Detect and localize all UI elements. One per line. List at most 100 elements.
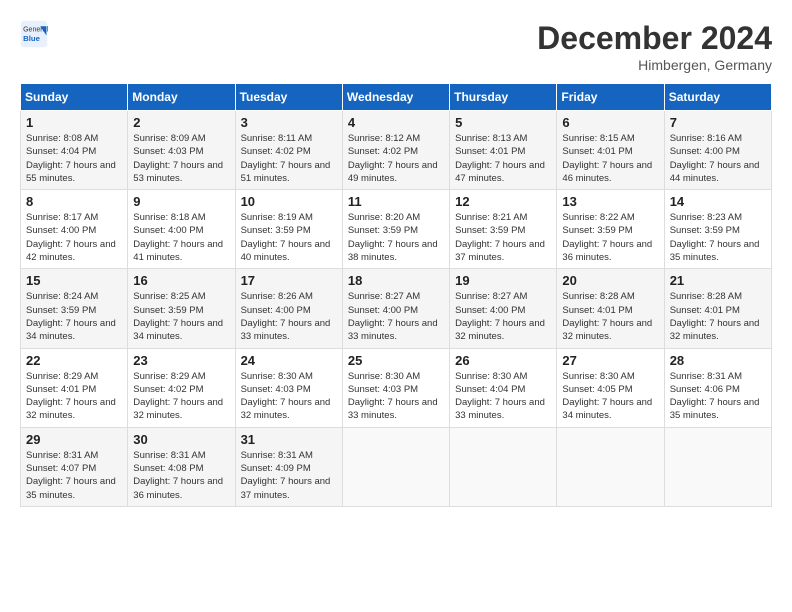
- calendar-day-cell: 27 Sunrise: 8:30 AM Sunset: 4:05 PM Dayl…: [557, 348, 664, 427]
- calendar-day-cell: 5 Sunrise: 8:13 AM Sunset: 4:01 PM Dayli…: [450, 111, 557, 190]
- day-detail: Sunrise: 8:08 AM Sunset: 4:04 PM Dayligh…: [26, 132, 122, 185]
- day-number: 18: [348, 273, 444, 288]
- calendar-day-cell: [450, 427, 557, 506]
- day-number: 31: [241, 432, 337, 447]
- calendar-day-cell: 24 Sunrise: 8:30 AM Sunset: 4:03 PM Dayl…: [235, 348, 342, 427]
- calendar-week-row: 8 Sunrise: 8:17 AM Sunset: 4:00 PM Dayli…: [21, 190, 772, 269]
- calendar-day-cell: 15 Sunrise: 8:24 AM Sunset: 3:59 PM Dayl…: [21, 269, 128, 348]
- calendar-day-cell: 2 Sunrise: 8:09 AM Sunset: 4:03 PM Dayli…: [128, 111, 235, 190]
- calendar-day-cell: 8 Sunrise: 8:17 AM Sunset: 4:00 PM Dayli…: [21, 190, 128, 269]
- day-number: 17: [241, 273, 337, 288]
- day-detail: Sunrise: 8:30 AM Sunset: 4:05 PM Dayligh…: [562, 370, 658, 423]
- day-number: 30: [133, 432, 229, 447]
- calendar-day-cell: 1 Sunrise: 8:08 AM Sunset: 4:04 PM Dayli…: [21, 111, 128, 190]
- day-of-week-header: Wednesday: [342, 84, 449, 111]
- day-number: 20: [562, 273, 658, 288]
- calendar-day-cell: 30 Sunrise: 8:31 AM Sunset: 4:08 PM Dayl…: [128, 427, 235, 506]
- day-detail: Sunrise: 8:20 AM Sunset: 3:59 PM Dayligh…: [348, 211, 444, 264]
- day-number: 13: [562, 194, 658, 209]
- logo-icon: General Blue: [20, 20, 48, 48]
- day-detail: Sunrise: 8:22 AM Sunset: 3:59 PM Dayligh…: [562, 211, 658, 264]
- day-number: 10: [241, 194, 337, 209]
- day-of-week-header: Sunday: [21, 84, 128, 111]
- logo: General Blue: [20, 20, 52, 48]
- calendar-day-cell: [664, 427, 771, 506]
- day-detail: Sunrise: 8:25 AM Sunset: 3:59 PM Dayligh…: [133, 290, 229, 343]
- day-detail: Sunrise: 8:30 AM Sunset: 4:03 PM Dayligh…: [348, 370, 444, 423]
- calendar-day-cell: 17 Sunrise: 8:26 AM Sunset: 4:00 PM Dayl…: [235, 269, 342, 348]
- day-number: 5: [455, 115, 551, 130]
- calendar-day-cell: 25 Sunrise: 8:30 AM Sunset: 4:03 PM Dayl…: [342, 348, 449, 427]
- day-number: 1: [26, 115, 122, 130]
- day-detail: Sunrise: 8:21 AM Sunset: 3:59 PM Dayligh…: [455, 211, 551, 264]
- day-of-week-header: Saturday: [664, 84, 771, 111]
- calendar-day-cell: 16 Sunrise: 8:25 AM Sunset: 3:59 PM Dayl…: [128, 269, 235, 348]
- day-detail: Sunrise: 8:28 AM Sunset: 4:01 PM Dayligh…: [670, 290, 766, 343]
- calendar-day-cell: 3 Sunrise: 8:11 AM Sunset: 4:02 PM Dayli…: [235, 111, 342, 190]
- calendar-body: 1 Sunrise: 8:08 AM Sunset: 4:04 PM Dayli…: [21, 111, 772, 507]
- day-detail: Sunrise: 8:31 AM Sunset: 4:07 PM Dayligh…: [26, 449, 122, 502]
- page-header: General Blue December 2024 Himbergen, Ge…: [20, 20, 772, 73]
- day-detail: Sunrise: 8:24 AM Sunset: 3:59 PM Dayligh…: [26, 290, 122, 343]
- day-detail: Sunrise: 8:31 AM Sunset: 4:06 PM Dayligh…: [670, 370, 766, 423]
- day-detail: Sunrise: 8:11 AM Sunset: 4:02 PM Dayligh…: [241, 132, 337, 185]
- day-of-week-header: Tuesday: [235, 84, 342, 111]
- day-detail: Sunrise: 8:28 AM Sunset: 4:01 PM Dayligh…: [562, 290, 658, 343]
- title-area: December 2024 Himbergen, Germany: [537, 20, 772, 73]
- day-detail: Sunrise: 8:12 AM Sunset: 4:02 PM Dayligh…: [348, 132, 444, 185]
- day-number: 12: [455, 194, 551, 209]
- day-number: 7: [670, 115, 766, 130]
- calendar-week-row: 22 Sunrise: 8:29 AM Sunset: 4:01 PM Dayl…: [21, 348, 772, 427]
- day-number: 27: [562, 353, 658, 368]
- calendar-day-cell: 29 Sunrise: 8:31 AM Sunset: 4:07 PM Dayl…: [21, 427, 128, 506]
- calendar-day-cell: 9 Sunrise: 8:18 AM Sunset: 4:00 PM Dayli…: [128, 190, 235, 269]
- day-number: 14: [670, 194, 766, 209]
- calendar-week-row: 29 Sunrise: 8:31 AM Sunset: 4:07 PM Dayl…: [21, 427, 772, 506]
- day-detail: Sunrise: 8:30 AM Sunset: 4:04 PM Dayligh…: [455, 370, 551, 423]
- svg-text:Blue: Blue: [23, 34, 41, 43]
- calendar-day-cell: 23 Sunrise: 8:29 AM Sunset: 4:02 PM Dayl…: [128, 348, 235, 427]
- day-number: 11: [348, 194, 444, 209]
- calendar-day-cell: 4 Sunrise: 8:12 AM Sunset: 4:02 PM Dayli…: [342, 111, 449, 190]
- calendar-day-cell: 6 Sunrise: 8:15 AM Sunset: 4:01 PM Dayli…: [557, 111, 664, 190]
- day-number: 8: [26, 194, 122, 209]
- day-detail: Sunrise: 8:29 AM Sunset: 4:02 PM Dayligh…: [133, 370, 229, 423]
- day-number: 23: [133, 353, 229, 368]
- day-number: 22: [26, 353, 122, 368]
- day-detail: Sunrise: 8:26 AM Sunset: 4:00 PM Dayligh…: [241, 290, 337, 343]
- day-number: 26: [455, 353, 551, 368]
- calendar-header-row: SundayMondayTuesdayWednesdayThursdayFrid…: [21, 84, 772, 111]
- day-detail: Sunrise: 8:19 AM Sunset: 3:59 PM Dayligh…: [241, 211, 337, 264]
- day-detail: Sunrise: 8:17 AM Sunset: 4:00 PM Dayligh…: [26, 211, 122, 264]
- day-detail: Sunrise: 8:13 AM Sunset: 4:01 PM Dayligh…: [455, 132, 551, 185]
- day-of-week-header: Thursday: [450, 84, 557, 111]
- calendar-day-cell: 22 Sunrise: 8:29 AM Sunset: 4:01 PM Dayl…: [21, 348, 128, 427]
- calendar-day-cell: [557, 427, 664, 506]
- calendar-day-cell: 21 Sunrise: 8:28 AM Sunset: 4:01 PM Dayl…: [664, 269, 771, 348]
- calendar-day-cell: [342, 427, 449, 506]
- calendar-week-row: 1 Sunrise: 8:08 AM Sunset: 4:04 PM Dayli…: [21, 111, 772, 190]
- day-detail: Sunrise: 8:09 AM Sunset: 4:03 PM Dayligh…: [133, 132, 229, 185]
- location: Himbergen, Germany: [537, 57, 772, 73]
- day-number: 4: [348, 115, 444, 130]
- day-number: 3: [241, 115, 337, 130]
- day-number: 29: [26, 432, 122, 447]
- calendar-day-cell: 26 Sunrise: 8:30 AM Sunset: 4:04 PM Dayl…: [450, 348, 557, 427]
- calendar-day-cell: 19 Sunrise: 8:27 AM Sunset: 4:00 PM Dayl…: [450, 269, 557, 348]
- day-detail: Sunrise: 8:27 AM Sunset: 4:00 PM Dayligh…: [455, 290, 551, 343]
- day-number: 16: [133, 273, 229, 288]
- calendar-day-cell: 11 Sunrise: 8:20 AM Sunset: 3:59 PM Dayl…: [342, 190, 449, 269]
- calendar-day-cell: 14 Sunrise: 8:23 AM Sunset: 3:59 PM Dayl…: [664, 190, 771, 269]
- day-number: 19: [455, 273, 551, 288]
- day-number: 24: [241, 353, 337, 368]
- calendar-day-cell: 10 Sunrise: 8:19 AM Sunset: 3:59 PM Dayl…: [235, 190, 342, 269]
- calendar-day-cell: 20 Sunrise: 8:28 AM Sunset: 4:01 PM Dayl…: [557, 269, 664, 348]
- day-number: 6: [562, 115, 658, 130]
- calendar-day-cell: 12 Sunrise: 8:21 AM Sunset: 3:59 PM Dayl…: [450, 190, 557, 269]
- day-number: 21: [670, 273, 766, 288]
- day-detail: Sunrise: 8:15 AM Sunset: 4:01 PM Dayligh…: [562, 132, 658, 185]
- day-of-week-header: Monday: [128, 84, 235, 111]
- day-detail: Sunrise: 8:31 AM Sunset: 4:08 PM Dayligh…: [133, 449, 229, 502]
- calendar-week-row: 15 Sunrise: 8:24 AM Sunset: 3:59 PM Dayl…: [21, 269, 772, 348]
- calendar-day-cell: 31 Sunrise: 8:31 AM Sunset: 4:09 PM Dayl…: [235, 427, 342, 506]
